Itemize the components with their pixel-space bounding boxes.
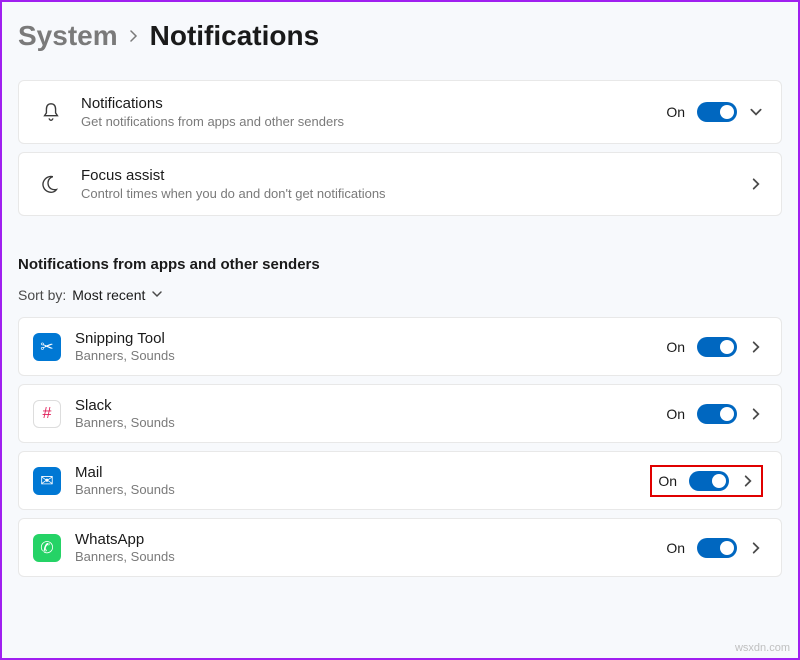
card-desc: Get notifications from apps and other se… [81, 114, 650, 129]
app-row-whatsapp[interactable]: ✆ WhatsAppBanners, Sounds On [18, 518, 782, 577]
notifications-master-toggle[interactable] [697, 102, 737, 122]
chevron-right-icon[interactable] [749, 541, 763, 555]
breadcrumb: System Notifications [18, 20, 782, 52]
app-toggle[interactable] [697, 337, 737, 357]
slack-icon: # [33, 400, 61, 428]
app-desc: Banners, Sounds [75, 415, 652, 430]
chevron-right-icon[interactable] [741, 474, 755, 488]
app-desc: Banners, Sounds [75, 549, 652, 564]
app-row-mail[interactable]: ✉ MailBanners, Sounds On [18, 451, 782, 510]
chevron-down-icon[interactable] [749, 105, 763, 119]
app-name: Snipping Tool [75, 330, 652, 347]
sort-by-dropdown[interactable]: Sort by: Most recent [18, 287, 782, 303]
toggle-state-label: On [658, 473, 677, 489]
breadcrumb-current: Notifications [150, 20, 320, 52]
app-row-slack[interactable]: # SlackBanners, Sounds On [18, 384, 782, 443]
app-toggle[interactable] [697, 538, 737, 558]
watermark: wsxdn.com [735, 642, 790, 654]
app-row-snipping-tool[interactable]: ✂ Snipping ToolBanners, Sounds On [18, 317, 782, 376]
sort-label: Sort by: [18, 287, 66, 303]
chevron-down-icon [151, 287, 163, 303]
sort-value: Most recent [72, 287, 145, 303]
mail-icon: ✉ [33, 467, 61, 495]
apps-section-title: Notifications from apps and other sender… [18, 256, 782, 273]
card-title: Notifications [81, 95, 650, 112]
app-desc: Banners, Sounds [75, 482, 636, 497]
app-toggle[interactable] [697, 404, 737, 424]
card-title: Focus assist [81, 167, 733, 184]
chevron-right-icon [128, 25, 140, 48]
app-toggle[interactable] [689, 471, 729, 491]
app-name: WhatsApp [75, 531, 652, 548]
whatsapp-icon: ✆ [33, 534, 61, 562]
card-desc: Control times when you do and don't get … [81, 186, 733, 201]
toggle-state-label: On [666, 406, 685, 422]
toggle-state-label: On [666, 104, 685, 120]
chevron-right-icon[interactable] [749, 177, 763, 191]
chevron-right-icon[interactable] [749, 340, 763, 354]
app-name: Mail [75, 464, 636, 481]
breadcrumb-parent[interactable]: System [18, 20, 118, 52]
app-name: Slack [75, 397, 652, 414]
bell-icon [37, 98, 65, 126]
toggle-state-label: On [666, 339, 685, 355]
focus-assist-card[interactable]: Focus assist Control times when you do a… [18, 152, 782, 216]
toggle-state-label: On [666, 540, 685, 556]
highlight-annotation: On [650, 465, 763, 497]
notifications-master-card[interactable]: Notifications Get notifications from app… [18, 80, 782, 144]
snipping-tool-icon: ✂ [33, 333, 61, 361]
app-desc: Banners, Sounds [75, 348, 652, 363]
chevron-right-icon[interactable] [749, 407, 763, 421]
moon-icon [37, 170, 65, 198]
